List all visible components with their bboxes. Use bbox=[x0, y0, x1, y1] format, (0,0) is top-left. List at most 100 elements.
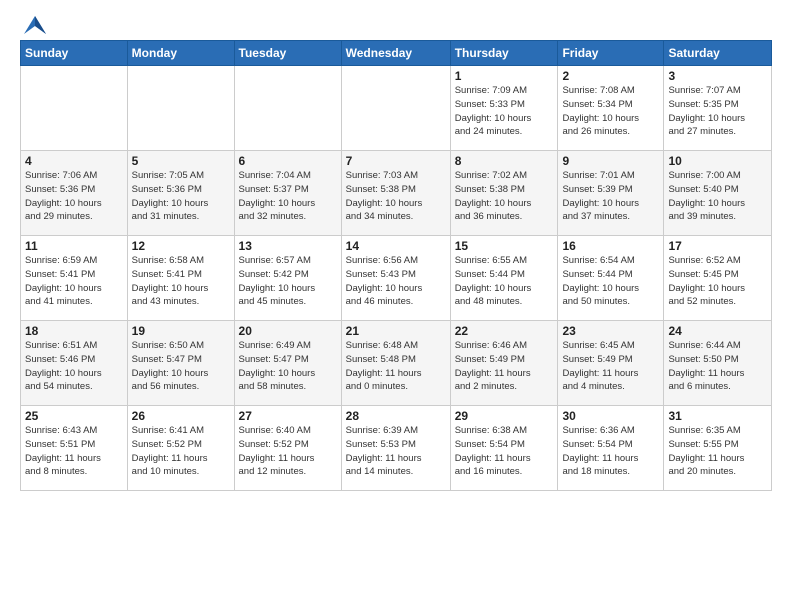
weekday-header-thursday: Thursday bbox=[450, 41, 558, 66]
day-info: Sunrise: 6:55 AMSunset: 5:44 PMDaylight:… bbox=[455, 254, 554, 309]
day-info: Sunrise: 6:52 AMSunset: 5:45 PMDaylight:… bbox=[668, 254, 767, 309]
day-info: Sunrise: 7:00 AMSunset: 5:40 PMDaylight:… bbox=[668, 169, 767, 224]
day-info: Sunrise: 6:39 AMSunset: 5:53 PMDaylight:… bbox=[346, 424, 446, 479]
calendar-cell bbox=[21, 66, 128, 151]
calendar-cell: 21Sunrise: 6:48 AMSunset: 5:48 PMDayligh… bbox=[341, 321, 450, 406]
calendar-cell: 11Sunrise: 6:59 AMSunset: 5:41 PMDayligh… bbox=[21, 236, 128, 321]
day-number: 12 bbox=[132, 239, 230, 253]
calendar-cell bbox=[341, 66, 450, 151]
day-info: Sunrise: 6:58 AMSunset: 5:41 PMDaylight:… bbox=[132, 254, 230, 309]
calendar-cell: 31Sunrise: 6:35 AMSunset: 5:55 PMDayligh… bbox=[664, 406, 772, 491]
day-info: Sunrise: 6:48 AMSunset: 5:48 PMDaylight:… bbox=[346, 339, 446, 394]
page: SundayMondayTuesdayWednesdayThursdayFrid… bbox=[0, 0, 792, 501]
day-number: 23 bbox=[562, 324, 659, 338]
day-info: Sunrise: 6:44 AMSunset: 5:50 PMDaylight:… bbox=[668, 339, 767, 394]
day-info: Sunrise: 7:04 AMSunset: 5:37 PMDaylight:… bbox=[239, 169, 337, 224]
weekday-header-monday: Monday bbox=[127, 41, 234, 66]
calendar-cell: 6Sunrise: 7:04 AMSunset: 5:37 PMDaylight… bbox=[234, 151, 341, 236]
calendar-cell: 18Sunrise: 6:51 AMSunset: 5:46 PMDayligh… bbox=[21, 321, 128, 406]
day-number: 11 bbox=[25, 239, 123, 253]
day-info: Sunrise: 6:40 AMSunset: 5:52 PMDaylight:… bbox=[239, 424, 337, 479]
calendar-cell: 13Sunrise: 6:57 AMSunset: 5:42 PMDayligh… bbox=[234, 236, 341, 321]
weekday-header-tuesday: Tuesday bbox=[234, 41, 341, 66]
day-info: Sunrise: 6:43 AMSunset: 5:51 PMDaylight:… bbox=[25, 424, 123, 479]
day-number: 7 bbox=[346, 154, 446, 168]
calendar-cell: 7Sunrise: 7:03 AMSunset: 5:38 PMDaylight… bbox=[341, 151, 450, 236]
day-info: Sunrise: 6:46 AMSunset: 5:49 PMDaylight:… bbox=[455, 339, 554, 394]
day-info: Sunrise: 6:35 AMSunset: 5:55 PMDaylight:… bbox=[668, 424, 767, 479]
calendar-cell: 4Sunrise: 7:06 AMSunset: 5:36 PMDaylight… bbox=[21, 151, 128, 236]
calendar-cell: 22Sunrise: 6:46 AMSunset: 5:49 PMDayligh… bbox=[450, 321, 558, 406]
day-info: Sunrise: 7:07 AMSunset: 5:35 PMDaylight:… bbox=[668, 84, 767, 139]
day-number: 1 bbox=[455, 69, 554, 83]
day-info: Sunrise: 6:41 AMSunset: 5:52 PMDaylight:… bbox=[132, 424, 230, 479]
day-number: 15 bbox=[455, 239, 554, 253]
weekday-header-saturday: Saturday bbox=[664, 41, 772, 66]
day-number: 17 bbox=[668, 239, 767, 253]
day-info: Sunrise: 6:45 AMSunset: 5:49 PMDaylight:… bbox=[562, 339, 659, 394]
calendar-table: SundayMondayTuesdayWednesdayThursdayFrid… bbox=[20, 40, 772, 491]
day-number: 2 bbox=[562, 69, 659, 83]
day-number: 16 bbox=[562, 239, 659, 253]
day-info: Sunrise: 7:02 AMSunset: 5:38 PMDaylight:… bbox=[455, 169, 554, 224]
day-number: 20 bbox=[239, 324, 337, 338]
day-number: 13 bbox=[239, 239, 337, 253]
day-info: Sunrise: 7:05 AMSunset: 5:36 PMDaylight:… bbox=[132, 169, 230, 224]
calendar-cell: 5Sunrise: 7:05 AMSunset: 5:36 PMDaylight… bbox=[127, 151, 234, 236]
calendar-cell: 14Sunrise: 6:56 AMSunset: 5:43 PMDayligh… bbox=[341, 236, 450, 321]
day-info: Sunrise: 6:36 AMSunset: 5:54 PMDaylight:… bbox=[562, 424, 659, 479]
day-number: 26 bbox=[132, 409, 230, 423]
day-info: Sunrise: 7:01 AMSunset: 5:39 PMDaylight:… bbox=[562, 169, 659, 224]
day-number: 18 bbox=[25, 324, 123, 338]
day-number: 8 bbox=[455, 154, 554, 168]
day-info: Sunrise: 7:09 AMSunset: 5:33 PMDaylight:… bbox=[455, 84, 554, 139]
day-number: 4 bbox=[25, 154, 123, 168]
calendar-week-2: 4Sunrise: 7:06 AMSunset: 5:36 PMDaylight… bbox=[21, 151, 772, 236]
day-info: Sunrise: 7:08 AMSunset: 5:34 PMDaylight:… bbox=[562, 84, 659, 139]
day-number: 24 bbox=[668, 324, 767, 338]
day-info: Sunrise: 6:51 AMSunset: 5:46 PMDaylight:… bbox=[25, 339, 123, 394]
day-info: Sunrise: 6:38 AMSunset: 5:54 PMDaylight:… bbox=[455, 424, 554, 479]
day-number: 10 bbox=[668, 154, 767, 168]
day-number: 5 bbox=[132, 154, 230, 168]
calendar-cell: 9Sunrise: 7:01 AMSunset: 5:39 PMDaylight… bbox=[558, 151, 664, 236]
day-info: Sunrise: 6:56 AMSunset: 5:43 PMDaylight:… bbox=[346, 254, 446, 309]
day-info: Sunrise: 6:59 AMSunset: 5:41 PMDaylight:… bbox=[25, 254, 123, 309]
day-number: 21 bbox=[346, 324, 446, 338]
day-number: 29 bbox=[455, 409, 554, 423]
calendar-cell: 1Sunrise: 7:09 AMSunset: 5:33 PMDaylight… bbox=[450, 66, 558, 151]
day-info: Sunrise: 6:54 AMSunset: 5:44 PMDaylight:… bbox=[562, 254, 659, 309]
day-number: 6 bbox=[239, 154, 337, 168]
calendar-cell: 3Sunrise: 7:07 AMSunset: 5:35 PMDaylight… bbox=[664, 66, 772, 151]
calendar-cell bbox=[234, 66, 341, 151]
day-number: 30 bbox=[562, 409, 659, 423]
day-info: Sunrise: 6:49 AMSunset: 5:47 PMDaylight:… bbox=[239, 339, 337, 394]
day-number: 19 bbox=[132, 324, 230, 338]
calendar-cell: 12Sunrise: 6:58 AMSunset: 5:41 PMDayligh… bbox=[127, 236, 234, 321]
calendar-cell: 10Sunrise: 7:00 AMSunset: 5:40 PMDayligh… bbox=[664, 151, 772, 236]
calendar-cell bbox=[127, 66, 234, 151]
calendar-cell: 20Sunrise: 6:49 AMSunset: 5:47 PMDayligh… bbox=[234, 321, 341, 406]
day-number: 14 bbox=[346, 239, 446, 253]
calendar-cell: 16Sunrise: 6:54 AMSunset: 5:44 PMDayligh… bbox=[558, 236, 664, 321]
day-number: 22 bbox=[455, 324, 554, 338]
calendar-cell: 17Sunrise: 6:52 AMSunset: 5:45 PMDayligh… bbox=[664, 236, 772, 321]
day-number: 27 bbox=[239, 409, 337, 423]
weekday-header-friday: Friday bbox=[558, 41, 664, 66]
day-info: Sunrise: 7:06 AMSunset: 5:36 PMDaylight:… bbox=[25, 169, 123, 224]
weekday-header-wednesday: Wednesday bbox=[341, 41, 450, 66]
calendar-cell: 23Sunrise: 6:45 AMSunset: 5:49 PMDayligh… bbox=[558, 321, 664, 406]
weekday-header-sunday: Sunday bbox=[21, 41, 128, 66]
calendar-cell: 27Sunrise: 6:40 AMSunset: 5:52 PMDayligh… bbox=[234, 406, 341, 491]
calendar-week-4: 18Sunrise: 6:51 AMSunset: 5:46 PMDayligh… bbox=[21, 321, 772, 406]
logo bbox=[20, 16, 46, 34]
calendar-week-3: 11Sunrise: 6:59 AMSunset: 5:41 PMDayligh… bbox=[21, 236, 772, 321]
calendar-cell: 26Sunrise: 6:41 AMSunset: 5:52 PMDayligh… bbox=[127, 406, 234, 491]
day-number: 31 bbox=[668, 409, 767, 423]
calendar-cell: 19Sunrise: 6:50 AMSunset: 5:47 PMDayligh… bbox=[127, 321, 234, 406]
logo-bird-icon bbox=[24, 16, 46, 34]
calendar-cell: 29Sunrise: 6:38 AMSunset: 5:54 PMDayligh… bbox=[450, 406, 558, 491]
calendar-week-5: 25Sunrise: 6:43 AMSunset: 5:51 PMDayligh… bbox=[21, 406, 772, 491]
day-number: 9 bbox=[562, 154, 659, 168]
day-number: 25 bbox=[25, 409, 123, 423]
